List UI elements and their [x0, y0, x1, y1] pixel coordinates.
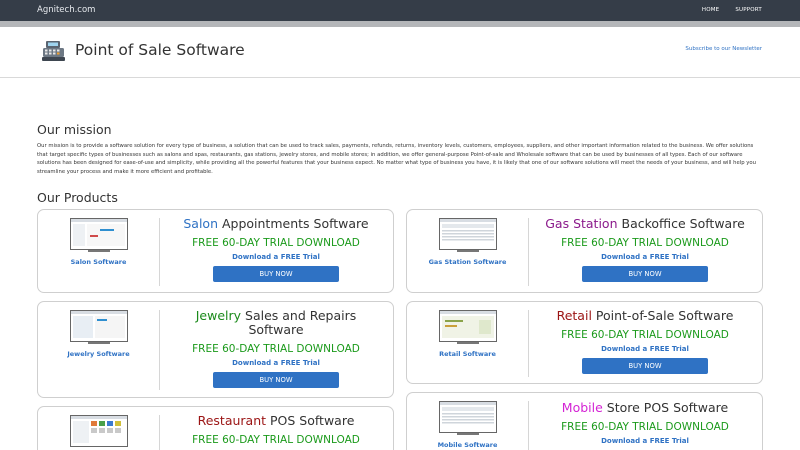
page-header: Point of Sale Software Subscribe to our …	[0, 27, 800, 78]
retail-screenshot-icon	[438, 310, 497, 344]
product-caption[interactable]: Jewelry Software	[38, 350, 159, 358]
page-title: Point of Sale Software	[75, 41, 245, 59]
buy-now-button[interactable]: BUY NOW	[582, 266, 708, 282]
product-content: Retail Point-of-Sale Software FREE 60-DA…	[528, 309, 762, 374]
product-title-rest: Point-of-Sale Software	[591, 308, 734, 323]
download-trial-link[interactable]: Download a FREE Trial	[159, 253, 393, 261]
product-card-gas-station: Gas Station Software Gas Station Backoff…	[406, 209, 763, 293]
products-heading: Our Products	[37, 190, 118, 205]
buy-now-button[interactable]: BUY NOW	[582, 358, 708, 374]
product-card-jewelry: Jewelry Software Jewelry Sales and Repai…	[37, 301, 394, 398]
product-title-accent: Gas Station	[545, 216, 618, 231]
free-trial-label: FREE 60-DAY TRIAL DOWNLOAD	[192, 343, 360, 355]
nav-support-link[interactable]: SUPPORT	[735, 7, 762, 13]
product-content: Salon Appointments Software FREE 60-DAY …	[159, 217, 393, 282]
salon-screenshot-icon	[69, 218, 128, 252]
product-title: Restaurant POS Software	[159, 414, 393, 428]
jewelry-screenshot-icon	[69, 310, 128, 344]
product-card-retail: Retail Software Retail Point-of-Sale Sof…	[406, 301, 763, 384]
product-title-rest: POS Software	[266, 413, 355, 428]
product-caption[interactable]: Retail Software	[407, 350, 528, 358]
gas-station-screenshot-icon	[438, 218, 497, 252]
product-title: Jewelry Sales and Repairs Software	[159, 309, 393, 337]
product-card-restaurant: Restaurant POS Software FREE 60-DAY TRIA…	[37, 406, 394, 450]
product-title-accent: Mobile	[561, 400, 603, 415]
mission-heading: Our mission	[37, 122, 112, 137]
product-thumb-jewelry[interactable]: Jewelry Software	[38, 310, 159, 358]
product-title: Salon Appointments Software	[159, 217, 393, 231]
download-trial-link[interactable]: Download a FREE Trial	[528, 253, 762, 261]
free-trial-label: FREE 60-DAY TRIAL DOWNLOAD	[192, 434, 360, 446]
product-title: Mobile Store POS Software	[528, 401, 762, 415]
subscribe-newsletter-link[interactable]: Subscribe to our Newsletter	[685, 46, 762, 52]
nav-home-link[interactable]: HOME	[702, 7, 720, 13]
product-caption[interactable]: Mobile Software	[407, 441, 528, 449]
product-thumb-mobile[interactable]: Mobile Software	[407, 401, 528, 449]
product-title-rest: Appointments Software	[218, 216, 369, 231]
product-caption[interactable]: Gas Station Software	[407, 258, 528, 266]
product-content: Restaurant POS Software FREE 60-DAY TRIA…	[159, 414, 393, 447]
product-thumb-salon[interactable]: Salon Software	[38, 218, 159, 266]
brand-link[interactable]: Agnitech.com	[37, 5, 95, 15]
product-content: Mobile Store POS Software FREE 60-DAY TR…	[528, 401, 762, 446]
product-title-accent: Jewelry	[195, 308, 242, 323]
download-trial-link[interactable]: Download a FREE Trial	[528, 345, 762, 353]
buy-now-button[interactable]: BUY NOW	[213, 372, 339, 388]
product-thumb-retail[interactable]: Retail Software	[407, 310, 528, 358]
product-content: Jewelry Sales and Repairs Software FREE …	[159, 309, 393, 388]
product-card-salon: Salon Software Salon Appointments Softwa…	[37, 209, 394, 293]
product-title-rest: Store POS Software	[602, 400, 729, 415]
product-content: Gas Station Backoffice Software FREE 60-…	[528, 217, 762, 282]
product-title-accent: Retail	[556, 308, 592, 323]
product-thumb-gas-station[interactable]: Gas Station Software	[407, 218, 528, 266]
mobile-screenshot-icon	[438, 401, 497, 435]
cash-register-icon	[42, 41, 65, 61]
product-title-accent: Restaurant	[197, 413, 267, 428]
buy-now-button[interactable]: BUY NOW	[213, 266, 339, 282]
restaurant-screenshot-icon	[69, 415, 128, 447]
top-nav: HOME SUPPORT	[688, 7, 762, 13]
product-title: Retail Point-of-Sale Software	[528, 309, 762, 323]
product-title-rest: Backoffice Software	[617, 216, 745, 231]
product-card-mobile: Mobile Software Mobile Store POS Softwar…	[406, 392, 763, 450]
download-trial-link[interactable]: Download a FREE Trial	[159, 359, 393, 367]
product-caption[interactable]: Salon Software	[38, 258, 159, 266]
product-title-rest: Sales and Repairs Software	[241, 308, 357, 337]
product-title: Gas Station Backoffice Software	[528, 217, 762, 231]
product-title-accent: Salon	[183, 216, 218, 231]
mission-text: Our mission is to provide a software sol…	[37, 143, 757, 175]
free-trial-label: FREE 60-DAY TRIAL DOWNLOAD	[561, 237, 729, 249]
top-navbar: Agnitech.com HOME SUPPORT	[0, 0, 800, 21]
free-trial-label: FREE 60-DAY TRIAL DOWNLOAD	[561, 329, 729, 341]
download-trial-link[interactable]: Download a FREE Trial	[528, 437, 762, 445]
free-trial-label: FREE 60-DAY TRIAL DOWNLOAD	[561, 421, 729, 433]
product-thumb-restaurant[interactable]	[38, 415, 159, 450]
free-trial-label: FREE 60-DAY TRIAL DOWNLOAD	[192, 237, 360, 249]
